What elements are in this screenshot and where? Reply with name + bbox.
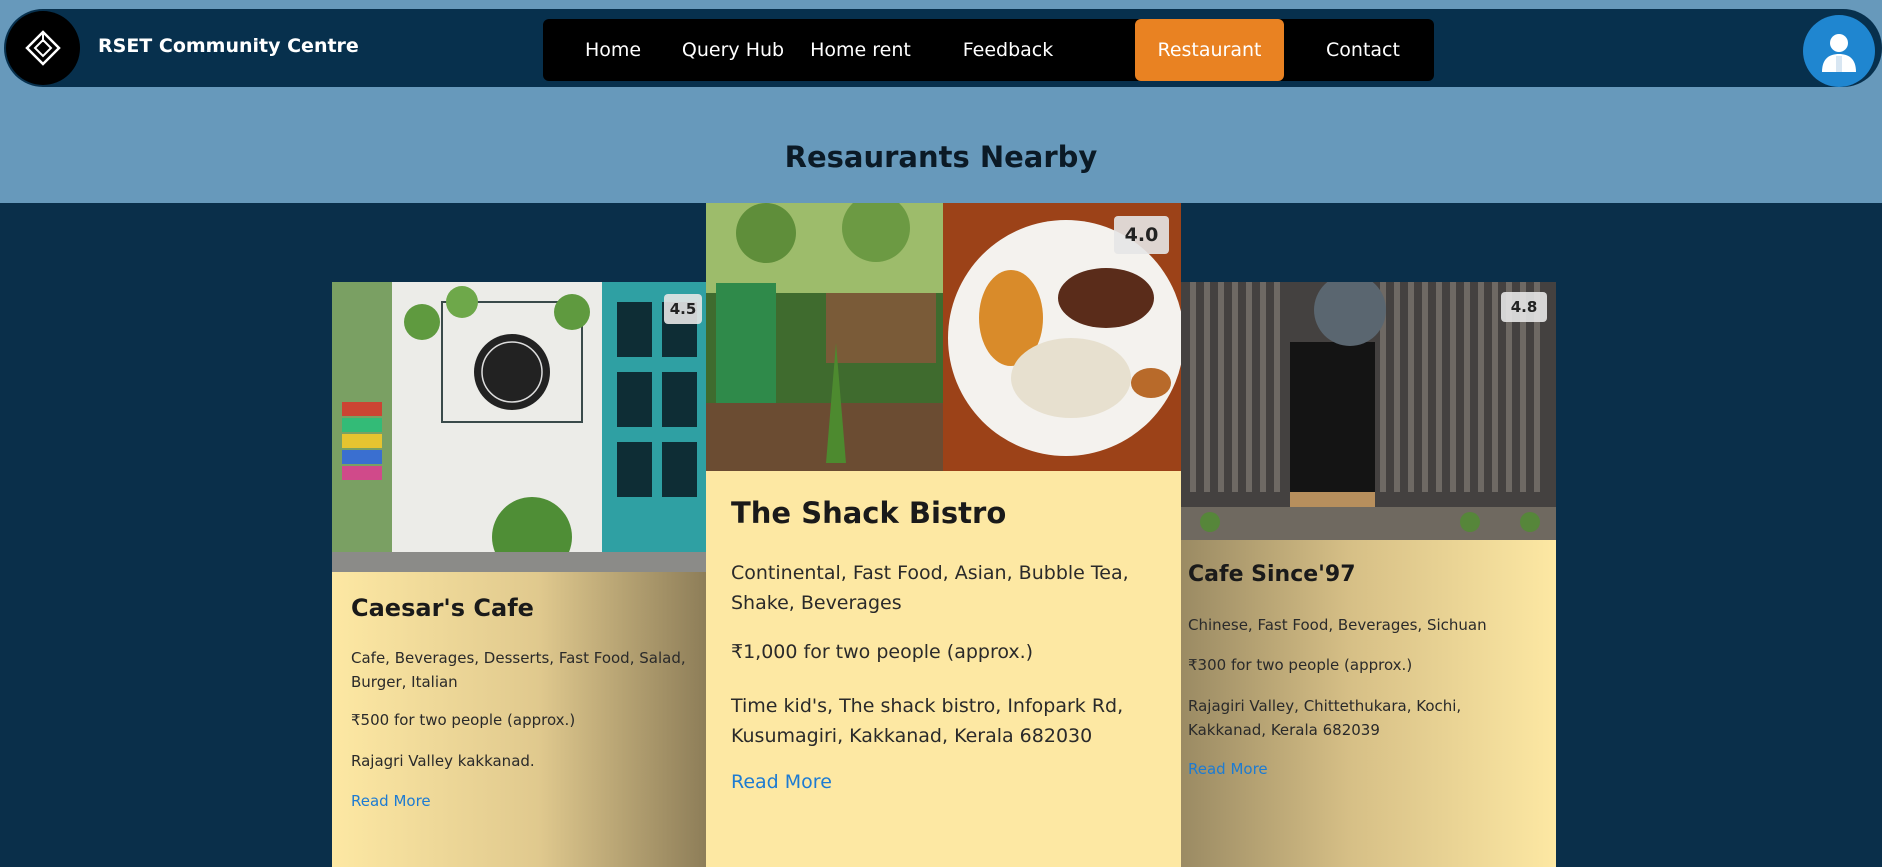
restaurant-photo: 4.8: [1180, 282, 1556, 540]
nav-home-rent[interactable]: Home rent: [798, 19, 923, 81]
read-more-link[interactable]: Read More: [351, 792, 431, 810]
restaurant-price: ₹300 for two people (approx.): [1188, 656, 1413, 674]
rating-badge: 4.5: [664, 294, 702, 324]
restaurant-name: Cafe Since'97: [1188, 562, 1356, 587]
nav-home[interactable]: Home: [558, 19, 668, 81]
nav-contact[interactable]: Contact: [1303, 19, 1423, 81]
restaurant-cuisine: Chinese, Fast Food, Beverages, Sichuan: [1188, 616, 1487, 634]
restaurant-price: ₹1,000 for two people (approx.): [731, 641, 1034, 663]
restaurant-name: Caesar's Cafe: [351, 594, 534, 622]
restaurant-name: The Shack Bistro: [731, 496, 1007, 530]
nav-menu: Home Query Hub Home rent Feedback Restau…: [543, 19, 1434, 81]
nav-feedback[interactable]: Feedback: [943, 19, 1073, 81]
brand-name: RSET Community Centre: [98, 35, 359, 57]
read-more-link[interactable]: Read More: [1188, 760, 1268, 778]
restaurant-card-caesars: 4.5 Caesar's Cafe Cafe, Beverages, Desse…: [332, 282, 707, 867]
restaurant-card-shack: 4.0 The Shack Bistro Continental, Fast F…: [706, 203, 1181, 867]
page-heading: Resaurants Nearby: [784, 140, 1098, 174]
rating-badge: 4.8: [1501, 292, 1547, 322]
read-more-link[interactable]: Read More: [731, 771, 832, 793]
restaurant-address: Rajagri Valley kakkanad.: [351, 752, 535, 770]
logo-icon: [25, 30, 61, 66]
nav-query-hub[interactable]: Query Hub: [678, 19, 788, 81]
navbar: RSET Community Centre Home Query Hub Hom…: [4, 9, 1882, 87]
rating-badge: 4.0: [1114, 216, 1169, 254]
restaurant-address: Rajagiri Valley, Chittethukara, Kochi, K…: [1188, 697, 1462, 739]
restaurant-card-since97: 4.8 Cafe Since'97 Chinese, Fast Food, Be…: [1180, 282, 1556, 867]
user-avatar[interactable]: [1803, 15, 1875, 87]
user-icon: [1822, 34, 1856, 72]
nav-restaurant[interactable]: Restaurant: [1135, 19, 1284, 81]
restaurant-price: ₹500 for two people (approx.): [351, 711, 576, 729]
restaurant-cuisine: Continental, Fast Food, Asian, Bubble Te…: [731, 562, 1129, 614]
restaurant-photo: 4.0: [706, 203, 1181, 471]
logo[interactable]: [6, 11, 80, 85]
restaurant-photo: 4.5: [332, 282, 707, 572]
restaurant-cuisine: Cafe, Beverages, Desserts, Fast Food, Sa…: [351, 649, 686, 691]
restaurant-address: Time kid's, The shack bistro, Infopark R…: [731, 695, 1124, 747]
